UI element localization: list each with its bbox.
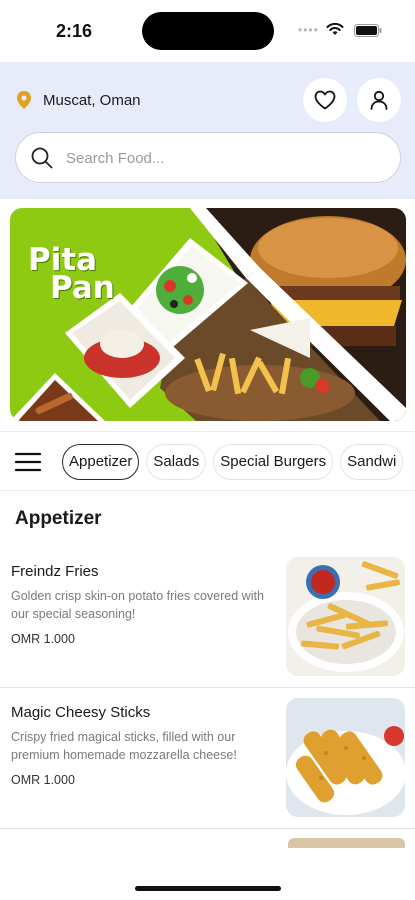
item-image[interactable] [286,698,405,817]
signal-icon: •••• [298,23,319,37]
item-description: Golden crisp skin-on potato fries covere… [11,589,264,621]
section-title: Appetizer [15,508,102,529]
favorites-button[interactable] [303,78,347,122]
header: Muscat, Oman [0,62,415,199]
item-name: Freindz Fries [11,563,99,580]
battery-icon [354,24,382,37]
menu-item[interactable]: Magic Cheesy Sticks Crispy fried magical… [0,688,415,829]
category-chips: Appetizer Salads Special Burgers Sandwi [62,444,410,480]
banner-food-image [10,208,406,421]
category-chip-appetizer[interactable]: Appetizer [62,444,140,480]
fries-image [286,557,405,676]
search-input[interactable] [66,146,366,170]
menu-icon[interactable] [15,451,41,473]
item-name: Magic Cheesy Sticks [11,704,151,721]
user-icon [370,90,388,110]
home-indicator[interactable] [135,886,281,891]
dynamic-island [142,12,274,50]
search-bar[interactable] [15,132,401,183]
item-price: OMR 1.000 [11,632,75,646]
cheese-sticks-image [286,698,405,817]
menu-item[interactable]: Freindz Fries Golden crisp skin-on potat… [0,547,415,688]
category-chip-salads[interactable]: Salads [146,444,207,480]
item-description: Crispy fried magical sticks, filled with… [11,730,237,762]
wifi-icon [326,22,344,35]
item-price: OMR 1.000 [11,773,75,787]
category-chip-special-burgers[interactable]: Special Burgers [213,444,334,480]
status-bar: 2:16 •••• [0,0,415,62]
promo-banner[interactable]: Pita Pan [10,208,406,421]
category-bar: Appetizer Salads Special Burgers Sandwi [0,431,415,491]
location-label[interactable]: Muscat, Oman [43,92,141,109]
brand-logo: Pita Pan [28,245,115,306]
location-pin-icon [17,91,31,109]
heart-icon [314,90,336,110]
search-icon [31,147,53,169]
brand-line-2: Pan [50,270,115,306]
category-chip-sandwiches[interactable]: Sandwi [340,444,404,480]
next-item-image-peek [288,838,405,848]
status-time: 2:16 [56,21,93,41]
item-image[interactable] [286,557,405,676]
profile-button[interactable] [357,78,401,122]
